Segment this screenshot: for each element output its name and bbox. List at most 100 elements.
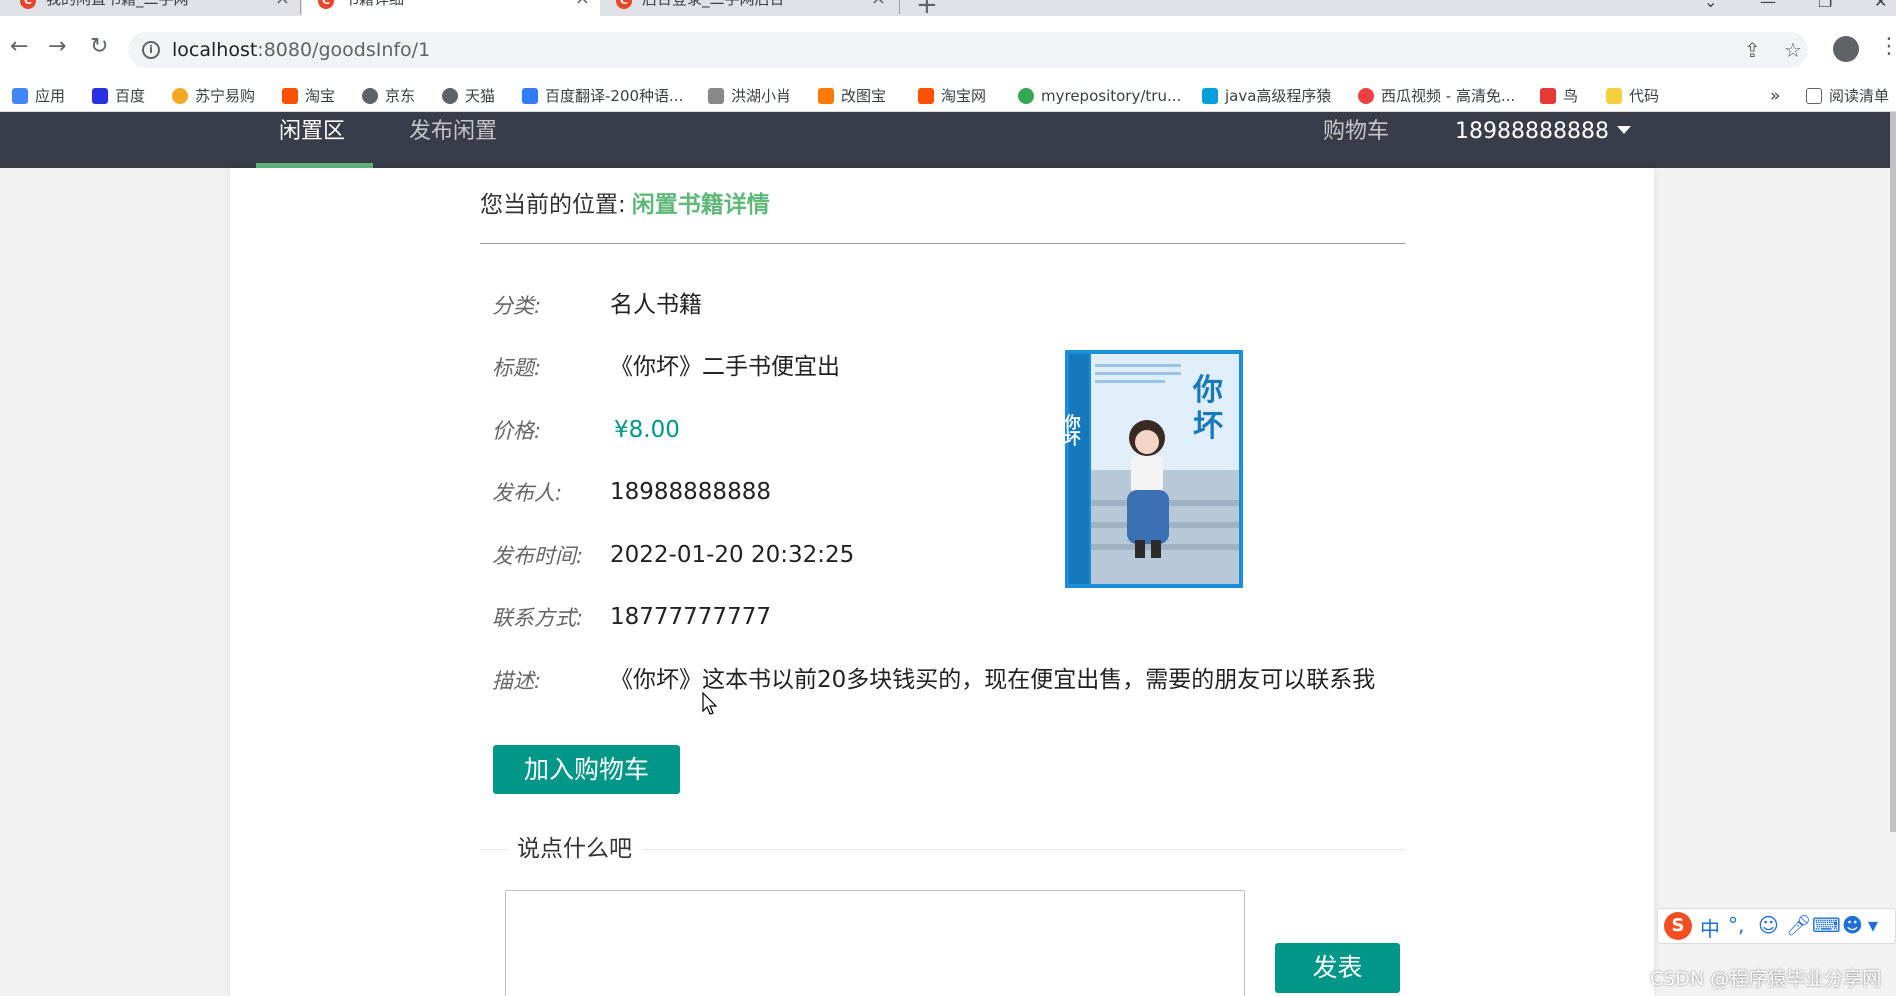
new-tab-icon[interactable]: + — [916, 0, 938, 16]
bookmark-label: 代码 — [1629, 87, 1660, 105]
tab-close-icon[interactable]: × — [871, 0, 886, 12]
minimize-icon[interactable]: — — [1760, 0, 1776, 11]
caret-down-icon — [1616, 126, 1631, 134]
site-info-icon[interactable]: i — [142, 41, 160, 59]
reading-list-button[interactable]: 阅读清单 — [1806, 87, 1889, 105]
watermark: CSDN @程序猿毕业分享网 — [1650, 968, 1882, 990]
browser-tab[interactable]: C 我的闲置书籍_二手网 × — [4, 0, 300, 16]
spine-title: 你坏 — [1065, 413, 1082, 447]
comment-textarea[interactable] — [505, 890, 1245, 996]
bookmarks-overflow-icon[interactable]: » — [1770, 87, 1780, 105]
apps-grid-icon — [12, 88, 28, 104]
reading-list-label: 阅读清单 — [1829, 87, 1890, 105]
bookmark-item[interactable]: 百度翻译-200种语... — [522, 87, 683, 105]
globe-icon — [442, 88, 458, 104]
publisher-value: 18988888888 — [610, 479, 771, 505]
title-label: 标题: — [492, 356, 542, 380]
tab-close-icon[interactable]: × — [275, 0, 290, 12]
nav-item-publish[interactable]: 发布闲置 — [409, 112, 497, 168]
content-card — [230, 168, 1654, 996]
add-to-cart-button[interactable]: 加入购物车 — [493, 745, 680, 794]
forward-icon[interactable]: → — [48, 36, 66, 58]
bookmark-item[interactable]: 代码 — [1606, 87, 1659, 105]
bookmark-label: 天猫 — [465, 87, 496, 105]
mouse-cursor-icon — [702, 692, 718, 715]
bookmark-label: 淘宝 — [305, 87, 336, 105]
cover-title-char-1: 你坏 — [1192, 373, 1223, 444]
bookmark-item[interactable]: 天猫 — [442, 87, 495, 105]
bookmark-item[interactable]: 京东 — [362, 87, 415, 105]
bookmark-item[interactable]: 西瓜视频 - 高清免... — [1358, 87, 1515, 105]
reload-icon[interactable]: ↻ — [90, 36, 108, 58]
breadcrumb-divider — [480, 243, 1405, 244]
tab-title: 书籍详细 — [344, 0, 404, 8]
bookmark-item[interactable]: 淘宝网 — [918, 87, 986, 105]
tab-title: 我的闲置书籍_二手网 — [46, 0, 189, 8]
category-label: 分类: — [492, 294, 542, 318]
tab-title: 后台登录_二手网后台 — [642, 0, 785, 8]
share-icon[interactable]: ⇪ — [1744, 38, 1761, 62]
bookmark-item[interactable]: myrepository/tru... — [1018, 87, 1181, 105]
scrollbar-thumb[interactable] — [1890, 112, 1896, 832]
bookmark-item[interactable]: 苏宁易购 — [172, 87, 255, 105]
post-comment-button[interactable]: 发表 — [1275, 943, 1400, 993]
bookmark-item[interactable]: 洪湖小肖 — [708, 87, 791, 105]
bookmark-label: 应用 — [35, 87, 66, 105]
bookmark-label: 淘宝网 — [941, 87, 987, 105]
bookmark-item[interactable]: 淘宝 — [282, 87, 335, 105]
close-window-icon[interactable]: ✕ — [1874, 0, 1887, 11]
bookmark-label: myrepository/tru... — [1041, 87, 1182, 105]
ime-toolbar[interactable]: S 中 °, ☺ 🎤︎ ⌨ ☻ ▾ — [1657, 908, 1896, 944]
back-icon[interactable]: ← — [10, 36, 28, 58]
csdn-favicon-icon: C — [318, 0, 334, 9]
nav-cart-link[interactable]: 购物车 — [1323, 112, 1389, 168]
breadcrumb: 您当前的位置: 闲置书籍详情 — [480, 190, 770, 220]
tab-separator — [300, 0, 301, 14]
comment-legend: 说点什么吧 — [507, 834, 642, 864]
category-value: 名人书籍 — [610, 292, 702, 318]
emoji-icon[interactable]: ☺ — [1758, 913, 1779, 937]
bookmark-item[interactable]: 改图宝 — [818, 87, 886, 105]
keyboard-icon[interactable]: ⌨ — [1812, 913, 1841, 937]
taobao-icon — [282, 88, 298, 104]
tab-close-icon[interactable]: × — [575, 0, 590, 12]
feather-icon — [708, 88, 724, 104]
user-icon[interactable]: ☻ — [1842, 913, 1863, 937]
tab-search-icon[interactable]: ⌄ — [1704, 0, 1717, 11]
bookmark-item[interactable]: java高级程序猿 — [1202, 87, 1331, 105]
description-label: 描述: — [492, 669, 542, 693]
bookmark-item[interactable]: 百度 — [92, 87, 145, 105]
csdn-favicon-icon: C — [616, 0, 632, 9]
breadcrumb-current: 闲置书籍详情 — [631, 192, 770, 218]
bookmark-item[interactable]: 鸟 — [1540, 87, 1578, 105]
browser-tab[interactable]: C 后台登录_二手网后台 × — [600, 0, 896, 16]
chrome-icon — [1018, 88, 1034, 104]
publish-time-value: 2022-01-20 20:32:25 — [610, 542, 855, 568]
tab-separator — [899, 0, 900, 14]
bookmark-star-icon[interactable]: ☆ — [1784, 38, 1802, 62]
profile-avatar-icon[interactable] — [1833, 36, 1859, 62]
bird-icon — [1540, 88, 1556, 104]
bookmark-label: 鸟 — [1563, 87, 1579, 105]
ime-mode[interactable]: 中 — [1700, 913, 1720, 942]
skin-icon[interactable]: ▾ — [1868, 913, 1878, 937]
nav-item-idle-zone[interactable]: 闲置区 — [279, 112, 345, 168]
browser-tab-active[interactable]: C 书籍详细 × — [302, 0, 600, 16]
sogou-logo-icon: S — [1664, 912, 1692, 940]
csdn-favicon-icon: C — [20, 0, 36, 9]
bookmark-label: 百度 — [115, 87, 146, 105]
nav-user-menu[interactable]: 18988888888 — [1455, 112, 1631, 168]
microphone-icon[interactable]: 🎤︎ — [1786, 913, 1811, 937]
punctuation-icon[interactable]: °, — [1728, 913, 1744, 937]
globe-icon — [362, 88, 378, 104]
page-scrollbar[interactable] — [1890, 112, 1896, 996]
user-phone: 18988888888 — [1455, 119, 1609, 144]
browser-menu-icon[interactable]: ⋮ — [1878, 34, 1896, 59]
url-text[interactable]: localhost:8080/goodsInfo/1 — [172, 39, 430, 61]
address-bar[interactable]: i localhost:8080/goodsInfo/1 — [128, 32, 1808, 68]
restore-icon[interactable]: ❐ — [1818, 0, 1832, 11]
url-path: :8080/goodsInfo/1 — [257, 39, 431, 61]
taobao-icon — [918, 88, 934, 104]
reading-list-icon — [1806, 88, 1822, 104]
bookmark-item[interactable]: 应用 — [12, 87, 65, 105]
